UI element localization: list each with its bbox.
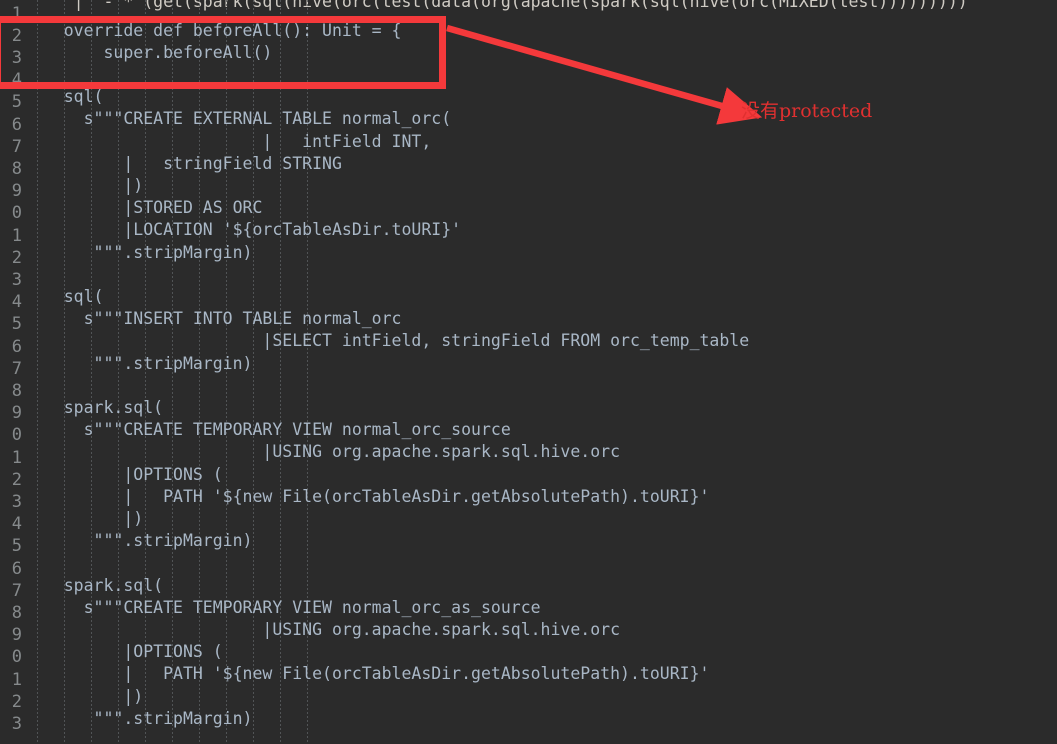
code-line[interactable]: spark.sql(	[24, 397, 163, 419]
code-line[interactable]: |USING org.apache.spark.sql.hive.orc	[24, 619, 620, 641]
code-line[interactable]: |OPTIONS (	[24, 464, 222, 486]
code-line[interactable]: | PATH '${new File(orcTableAsDir.getAbso…	[24, 486, 709, 508]
code-line[interactable]: spark.sql(	[24, 575, 163, 597]
line-number: 6	[11, 114, 22, 135]
line-number: 0	[11, 647, 22, 668]
code-line[interactable]: |LOCATION '${orcTableAsDir.toURI}'	[24, 219, 461, 241]
code-line[interactable]: s"""CREATE EXTERNAL TABLE normal_orc(	[24, 108, 452, 130]
line-number: 2	[11, 247, 22, 268]
code-line[interactable]: | stringField STRING	[24, 153, 342, 175]
code-line[interactable]: | PATH '${new File(orcTableAsDir.getAbso…	[24, 663, 709, 685]
line-number: 8	[11, 380, 22, 401]
code-line[interactable]: """.stripMargin)	[24, 530, 253, 552]
code-line[interactable]: |SELECT intField, stringField FROM orc_t…	[24, 330, 749, 352]
line-number: 5	[11, 314, 22, 335]
line-number: 1	[11, 669, 22, 690]
line-number: 4	[11, 292, 22, 313]
code-line[interactable]: |STORED AS ORC	[24, 197, 262, 219]
code-line[interactable]: super.beforeAll()	[24, 42, 272, 64]
line-number: 6	[11, 558, 22, 579]
code-line[interactable]: |)	[24, 686, 143, 708]
code-line[interactable]: """.stripMargin)	[24, 242, 253, 264]
code-line[interactable]: """.stripMargin)	[24, 353, 253, 375]
line-number: 4	[11, 514, 22, 535]
code-line[interactable]: sql(	[24, 286, 104, 308]
line-number: 1	[11, 447, 22, 468]
code-line[interactable]: |)	[24, 508, 143, 530]
code-line[interactable]: s"""CREATE TEMPORARY VIEW normal_orc_as_…	[24, 597, 541, 619]
code-line[interactable]: sql(	[24, 86, 104, 108]
code-line[interactable]: s"""CREATE TEMPORARY VIEW normal_orc_sou…	[24, 419, 511, 441]
line-number: 1	[11, 225, 22, 246]
line-number: 0	[11, 425, 22, 446]
line-number: 2	[11, 25, 22, 46]
line-number: 3	[11, 491, 22, 512]
line-number: 2	[11, 469, 22, 490]
line-number: 8	[11, 602, 22, 623]
code-editor[interactable]: | - * (get(spark(sql(hive(orc(test(data(…	[0, 0, 1057, 744]
line-number: 3	[11, 269, 22, 290]
line-number: 0	[11, 203, 22, 224]
line-number: 3	[11, 47, 22, 68]
line-number: 1	[11, 3, 22, 24]
code-line[interactable]: |)	[24, 175, 143, 197]
line-number: 9	[11, 625, 22, 646]
code-line[interactable]: | intField INT,	[24, 131, 431, 153]
line-number: 2	[11, 691, 22, 712]
line-number: 9	[11, 403, 22, 424]
line-number: 3	[11, 713, 22, 734]
code-line[interactable]: override def beforeAll(): Unit = {	[24, 20, 402, 42]
line-number: 9	[11, 181, 22, 202]
line-number: 8	[11, 158, 22, 179]
line-number: 5	[11, 92, 22, 113]
line-number: 4	[11, 70, 22, 91]
code-line[interactable]: |USING org.apache.spark.sql.hive.orc	[24, 441, 620, 463]
line-number: 6	[11, 336, 22, 357]
line-number-gutter[interactable]: 123456789012345678901234567890123	[0, 0, 24, 744]
code-line[interactable]: |OPTIONS (	[24, 641, 222, 663]
line-number: 7	[11, 358, 22, 379]
line-number: 7	[11, 136, 22, 157]
line-number: 7	[11, 580, 22, 601]
code-line[interactable]: s"""INSERT INTO TABLE normal_orc	[24, 308, 402, 330]
code-surface[interactable]: override def beforeAll(): Unit = { super…	[0, 0, 1057, 744]
line-number: 5	[11, 536, 22, 557]
code-line[interactable]: """.stripMargin)	[24, 708, 253, 730]
